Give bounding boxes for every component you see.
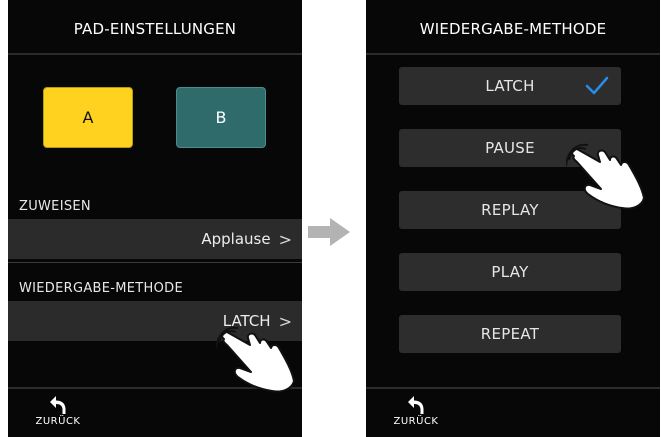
playback-method-screen: WIEDERGABE-METHODE LATCH PAUSE REPLAY PL… [366,0,660,437]
tap-hand-icon [566,143,645,210]
footer-divider [366,387,660,389]
title-divider [366,53,660,55]
arrow-right-icon [308,218,350,246]
back-arrow-icon [50,396,66,414]
option-play[interactable]: PLAY [399,253,621,291]
pad-b-label: B [215,108,227,127]
assign-value: Applause [201,230,271,248]
assign-row[interactable]: Applause > [8,219,302,259]
back-arrow-icon [408,396,424,414]
playback-method-label: WIEDERGABE-METHODE [19,281,183,296]
assign-label: ZUWEISEN [19,199,91,214]
option-label: PAUSE [485,139,535,157]
back-label: ZURÜCK [35,416,81,427]
option-latch[interactable]: LATCH [399,67,621,105]
back-button[interactable]: ZURÜCK [30,393,86,437]
tap-hand-icon [216,326,295,393]
checkmark-icon [585,76,609,95]
pad-settings-screen: PAD-EINSTELLUNGEN A B ZUWEISEN Applause … [8,0,302,437]
option-label: REPEAT [480,325,540,343]
chevron-right-icon: > [278,229,292,249]
back-label: ZURÜCK [393,416,439,427]
page-title: PAD-EINSTELLUNGEN [73,20,237,38]
option-label: LATCH [485,77,535,95]
section-divider [8,262,302,263]
option-repeat[interactable]: REPEAT [399,315,621,353]
pad-b-button[interactable]: B [176,87,266,148]
title-divider [8,53,302,55]
page-title: WIEDERGABE-METHODE [419,20,607,38]
pad-a-label: A [82,108,94,127]
option-label: REPLAY [481,201,539,219]
option-label: PLAY [491,263,529,281]
back-button[interactable]: ZURÜCK [388,393,444,437]
pad-a-button[interactable]: A [43,87,133,148]
